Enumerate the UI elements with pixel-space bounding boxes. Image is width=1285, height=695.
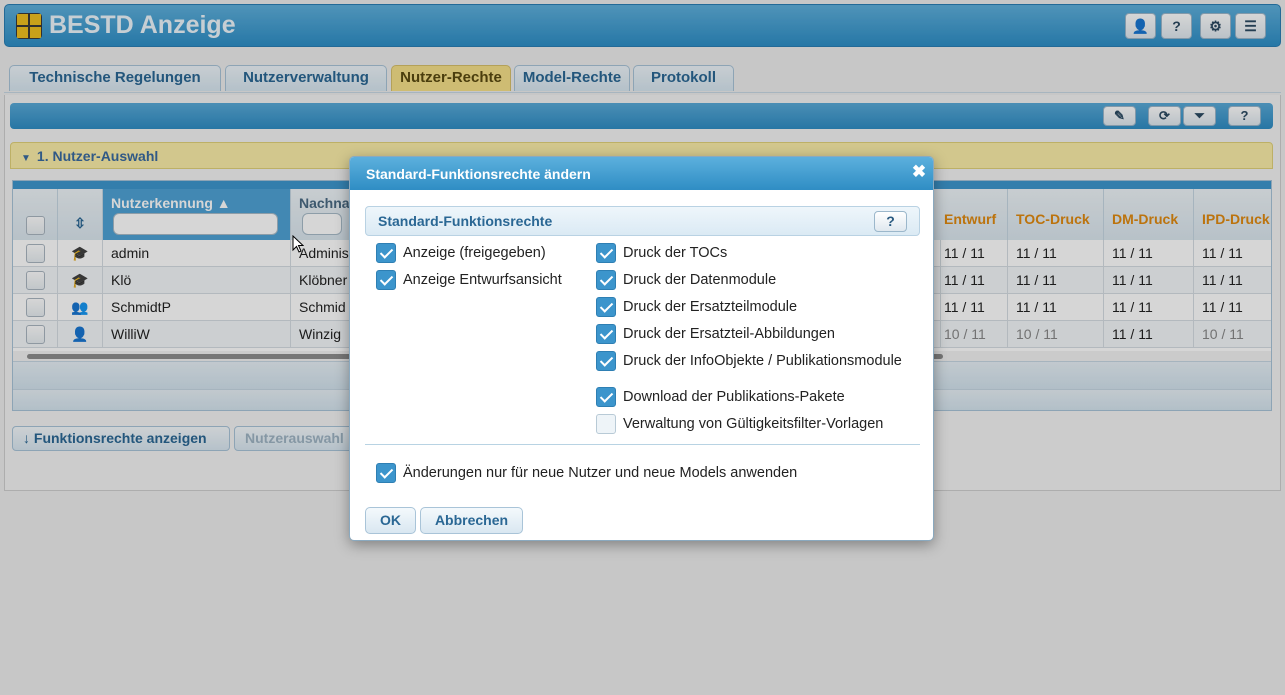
checkbox-checked-icon xyxy=(376,270,396,290)
checkbox-verwaltung-filter[interactable]: Verwaltung von Gültigkeitsfilter-Vorlage… xyxy=(596,414,883,434)
checkbox-druck-infoobjekte[interactable]: Druck der InfoObjekte / Publikationsmodu… xyxy=(596,351,902,371)
divider xyxy=(365,444,920,445)
checkbox-checked-icon xyxy=(596,243,616,263)
checkbox-anzeige-entwurf[interactable]: Anzeige Entwurfsansicht xyxy=(376,270,562,290)
fieldset-title: Standard-Funktionsrechte xyxy=(378,213,553,229)
checkbox-druck-abbildungen[interactable]: Druck der Ersatzteil-Abbildungen xyxy=(596,324,835,344)
rights-dialog: Standard-Funktionsrechte ändern ✖ Standa… xyxy=(349,156,934,541)
ok-button[interactable]: OK xyxy=(365,507,416,534)
checkbox-download-pakete[interactable]: Download der Publikations-Pakete xyxy=(596,387,845,407)
dialog-title: Standard-Funktionsrechte ändern xyxy=(350,157,933,190)
fieldset-help-button[interactable]: ? xyxy=(874,211,907,232)
checkbox-checked-icon xyxy=(596,351,616,371)
checkbox-checked-icon xyxy=(596,387,616,407)
checkbox-checked-icon xyxy=(596,270,616,290)
close-icon[interactable]: ✖ xyxy=(910,163,928,181)
fieldset-header: Standard-Funktionsrechte ? xyxy=(365,206,920,236)
mouse-cursor-icon xyxy=(292,235,304,253)
cancel-button[interactable]: Abbrechen xyxy=(420,507,523,534)
checkbox-checked-icon xyxy=(596,297,616,317)
checkbox-druck-ersatzteilmodule[interactable]: Druck der Ersatzteilmodule xyxy=(596,297,797,317)
checkbox-anzeige-freigegeben[interactable]: Anzeige (freigegeben) xyxy=(376,243,546,263)
checkbox-checked-icon xyxy=(376,243,396,263)
checkbox-unchecked-icon xyxy=(596,414,616,434)
checkbox-apply-new-only[interactable]: Änderungen nur für neue Nutzer und neue … xyxy=(376,463,797,483)
checkbox-checked-icon xyxy=(596,324,616,344)
checkbox-druck-tocs[interactable]: Druck der TOCs xyxy=(596,243,727,263)
checkbox-checked-icon xyxy=(376,463,396,483)
checkbox-druck-datenmodule[interactable]: Druck der Datenmodule xyxy=(596,270,776,290)
